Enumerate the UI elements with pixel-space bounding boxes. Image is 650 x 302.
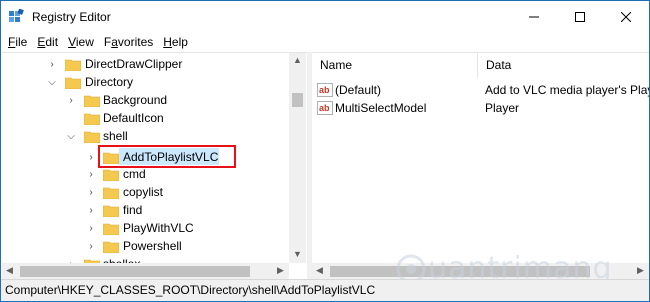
menu-view[interactable]: View bbox=[64, 32, 100, 52]
menu-help[interactable]: Help bbox=[159, 32, 194, 52]
menu-file[interactable]: File bbox=[4, 32, 33, 52]
folder-icon bbox=[84, 95, 100, 107]
chevron-right-icon[interactable]: › bbox=[66, 95, 76, 106]
title-bar[interactable]: Registry Editor bbox=[1, 1, 649, 32]
menu-edit[interactable]: Edit bbox=[33, 32, 64, 52]
chevron-down-icon[interactable]: ⌵ bbox=[66, 131, 76, 142]
chevron-right-icon[interactable]: › bbox=[86, 169, 96, 180]
tree-vertical-scrollbar[interactable]: ▲ ▼ bbox=[289, 53, 306, 263]
close-icon bbox=[621, 11, 631, 22]
chevron-right-icon[interactable]: › bbox=[86, 205, 96, 216]
tree-item-label: shell bbox=[103, 129, 128, 143]
chevron-right-icon[interactable]: › bbox=[86, 187, 96, 198]
menu-bar: File Edit View Favorites Help bbox=[1, 32, 649, 52]
folder-icon bbox=[65, 59, 81, 71]
value-row[interactable]: ab (Default) Add to VLC media player's P… bbox=[312, 81, 649, 99]
minimize-button[interactable] bbox=[511, 1, 557, 32]
value-name: (Default) bbox=[335, 83, 382, 97]
maximize-icon bbox=[575, 11, 585, 22]
tree-item-label: DefaultIcon bbox=[103, 111, 164, 125]
scroll-right-arrow-icon[interactable]: ▶ bbox=[277, 265, 284, 276]
value-row[interactable]: ab MultiSelectModel Player bbox=[312, 99, 649, 117]
chevron-down-icon[interactable]: ⌵ bbox=[47, 77, 57, 88]
scroll-left-arrow-icon[interactable]: ◀ bbox=[6, 265, 13, 276]
menu-favorites[interactable]: Favorites bbox=[100, 32, 159, 52]
tree-item-label: cmd bbox=[123, 167, 146, 181]
scrollbar-thumb[interactable] bbox=[292, 93, 303, 107]
folder-icon bbox=[103, 187, 119, 199]
minimize-icon bbox=[529, 16, 539, 17]
string-value-icon: ab bbox=[317, 101, 333, 115]
scroll-right-arrow-icon[interactable]: ▶ bbox=[637, 265, 644, 276]
tree-item-label: Background bbox=[103, 93, 168, 107]
folder-icon bbox=[84, 113, 100, 125]
address-bar[interactable]: Computer\HKEY_CLASSES_ROOT\Directory\she… bbox=[1, 279, 649, 301]
tree-item-label: find bbox=[123, 203, 143, 217]
scroll-up-arrow-icon[interactable]: ▲ bbox=[293, 55, 302, 65]
value-data: Add to VLC media player's Playlist bbox=[485, 83, 649, 97]
folder-icon bbox=[103, 205, 119, 217]
tree-item-label: PlayWithVLC bbox=[123, 221, 194, 235]
value-list[interactable]: Name Data ab (Default) Add to VLC media … bbox=[312, 52, 649, 279]
chevron-right-icon[interactable]: › bbox=[86, 152, 96, 163]
tree-item-label: Powershell bbox=[123, 239, 182, 253]
folder-icon bbox=[103, 169, 119, 181]
registry-editor-icon bbox=[9, 9, 24, 22]
maximize-button[interactable] bbox=[557, 1, 603, 32]
string-value-icon: ab bbox=[317, 83, 333, 97]
folder-open-icon bbox=[84, 131, 100, 143]
value-data: Player bbox=[485, 101, 520, 115]
registry-editor-window: Registry Editor File Edit View Favorites… bbox=[0, 0, 650, 302]
column-header-name[interactable]: Name bbox=[312, 53, 352, 78]
svg-text:ab: ab bbox=[319, 85, 330, 95]
selection-outline bbox=[98, 145, 236, 168]
tree-horizontal-scrollbar[interactable]: ◀ ▶ bbox=[2, 263, 289, 279]
key-tree[interactable]: › DirectDrawClipper ⌵ Directory › Backgr… bbox=[2, 52, 307, 279]
chevron-right-icon[interactable]: › bbox=[47, 59, 57, 70]
folder-icon bbox=[103, 223, 119, 235]
scroll-down-arrow-icon[interactable]: ▼ bbox=[293, 249, 302, 259]
folder-open-icon bbox=[65, 77, 81, 89]
column-header-data[interactable]: Data bbox=[478, 53, 511, 78]
tree-item-label: copylist bbox=[123, 185, 164, 199]
scrollbar-thumb[interactable] bbox=[20, 266, 250, 277]
svg-text:ab: ab bbox=[319, 103, 330, 113]
value-name: MultiSelectModel bbox=[335, 101, 427, 115]
folder-icon bbox=[103, 241, 119, 253]
close-button[interactable] bbox=[603, 1, 649, 32]
chevron-right-icon[interactable]: › bbox=[86, 241, 96, 252]
tree-item-label: Directory bbox=[85, 75, 134, 89]
scroll-left-arrow-icon[interactable]: ◀ bbox=[316, 265, 323, 276]
chevron-right-icon[interactable]: › bbox=[86, 223, 96, 234]
window-title: Registry Editor bbox=[32, 10, 111, 24]
tree-item-label: DirectDrawClipper bbox=[85, 57, 183, 71]
